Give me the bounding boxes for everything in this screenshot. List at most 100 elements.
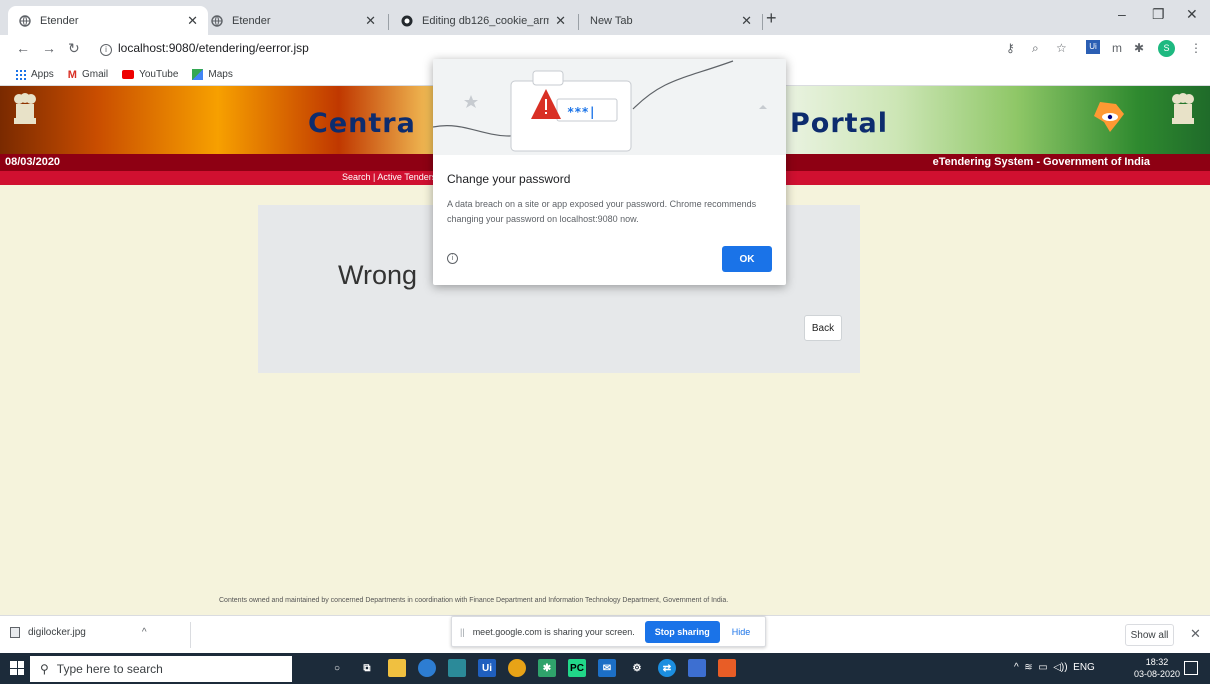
- bookmark-label: Apps: [31, 69, 54, 80]
- menu-icon[interactable]: ⋮: [1190, 41, 1202, 55]
- teamviewer-icon[interactable]: ⇄: [658, 659, 676, 677]
- windows-taskbar: ⚲ Type here to search ○ ⧉ Ui ✱ PC ✉ ⚙ ⇄ …: [0, 653, 1210, 684]
- snowflake-app-icon[interactable]: ✱: [538, 659, 556, 677]
- settings-icon[interactable]: ⚙: [628, 659, 646, 677]
- apps-grid-icon: [16, 69, 26, 80]
- battery-icon: ▭: [1038, 662, 1048, 673]
- search-placeholder: Type here to search: [56, 662, 163, 676]
- close-tab-icon[interactable]: ✕: [741, 13, 752, 29]
- download-divider: [190, 622, 191, 648]
- close-download-bar-icon[interactable]: ✕: [1190, 626, 1201, 642]
- taskbar-search[interactable]: ⚲ Type here to search: [30, 656, 292, 682]
- key-icon[interactable]: ⚷: [1006, 41, 1015, 55]
- system-tray[interactable]: ^ ≋ ▭ ◁)) ENG: [1014, 662, 1095, 673]
- profile-avatar[interactable]: S: [1158, 40, 1175, 57]
- bookmark-label: YouTube: [139, 69, 179, 80]
- clock-date: 03-08-2020: [1134, 669, 1181, 679]
- chevron-up-icon[interactable]: ^: [142, 627, 147, 638]
- tab-divider: [762, 14, 763, 30]
- pycharm-icon[interactable]: PC: [568, 659, 586, 677]
- tab-etender-2[interactable]: Etender ✕: [200, 6, 386, 35]
- puzzle-icon[interactable]: ✱: [1134, 41, 1144, 55]
- show-all-button[interactable]: Show all: [1125, 624, 1174, 646]
- windows-start-icon[interactable]: [10, 661, 24, 675]
- tab-divider: [388, 14, 389, 30]
- bookmark-gmail[interactable]: M Gmail: [68, 69, 108, 81]
- india-map-icon: [1094, 102, 1124, 132]
- close-tab-icon[interactable]: ✕: [555, 13, 566, 29]
- download-bar: digilocker.jpg ^ || meet.google.com is s…: [0, 615, 1210, 653]
- bookmark-apps[interactable]: Apps: [16, 69, 54, 80]
- edge-icon[interactable]: [418, 659, 436, 677]
- national-emblem-icon: [1172, 93, 1194, 124]
- uipath-extension-icon[interactable]: Ui: [1086, 40, 1100, 54]
- forward-arrow-icon[interactable]: →: [42, 40, 56, 56]
- chevron-up-icon: ^: [1014, 662, 1019, 673]
- error-message: Wrong: [338, 260, 418, 290]
- maps-icon: [192, 69, 204, 80]
- tab-editing[interactable]: Editing db126_cookie_army/error ✕: [390, 6, 576, 35]
- tab-strip: Etender ✕ Etender ✕ Editing db126_cookie…: [0, 0, 1210, 35]
- file-explorer-icon[interactable]: [388, 659, 406, 677]
- drag-handle-icon[interactable]: ||: [460, 627, 465, 637]
- chrome-icon[interactable]: [508, 659, 526, 677]
- system-title: eTendering System - Government of India: [932, 156, 1150, 168]
- youtube-icon: [122, 70, 135, 79]
- close-tab-icon[interactable]: ✕: [187, 13, 198, 29]
- download-file-name: digilocker.jpg: [28, 627, 86, 638]
- share-message: meet.google.com is sharing your screen.: [472, 626, 635, 637]
- notification-icon[interactable]: [1184, 661, 1198, 675]
- minimize-icon[interactable]: –: [1118, 6, 1126, 22]
- back-button[interactable]: Back: [804, 315, 842, 341]
- tab-title: Etender: [232, 14, 271, 27]
- bookmark-label: Maps: [208, 69, 233, 80]
- tab-divider: [578, 14, 579, 30]
- cortana-icon[interactable]: ○: [328, 659, 346, 677]
- info-icon[interactable]: i: [447, 253, 458, 264]
- vscode-icon[interactable]: [448, 659, 466, 677]
- download-item[interactable]: digilocker.jpg ^: [10, 627, 147, 638]
- app-icon[interactable]: [688, 659, 706, 677]
- ok-button[interactable]: OK: [722, 246, 772, 272]
- back-arrow-icon[interactable]: ←: [16, 40, 30, 56]
- change-password-dialog: ***| Change your password A data breach …: [433, 59, 786, 285]
- tab-title: Editing db126_cookie_army/error: [422, 14, 550, 27]
- dialog-illustration: ***|: [433, 59, 786, 155]
- tab-title: New Tab: [590, 14, 633, 27]
- bookmark-maps[interactable]: Maps: [192, 69, 233, 80]
- zoom-icon[interactable]: ⌕: [1032, 41, 1039, 56]
- brave-icon[interactable]: [718, 659, 736, 677]
- url-text: localhost:9080/etendering/eerror.jsp: [118, 41, 309, 55]
- wifi-icon: ≋: [1024, 662, 1033, 673]
- globe-icon: [18, 14, 32, 28]
- tab-new-tab[interactable]: New Tab ✕: [580, 6, 762, 35]
- star-icon[interactable]: ☆: [1056, 41, 1067, 55]
- hide-button[interactable]: Hide: [732, 627, 751, 637]
- reload-icon[interactable]: ↻: [68, 40, 80, 57]
- close-tab-icon[interactable]: ✕: [365, 13, 376, 29]
- clock-time: 18:32: [1145, 657, 1169, 667]
- language-indicator: ENG: [1073, 662, 1095, 673]
- banner-title-right: Portal: [790, 108, 889, 139]
- globe-icon: [210, 14, 224, 28]
- task-view-icon[interactable]: ⧉: [358, 659, 376, 677]
- dialog-body: A data breach on a site or app exposed y…: [447, 199, 757, 224]
- tab-etender-1[interactable]: Etender ✕: [8, 6, 208, 35]
- gmail-icon: M: [67, 68, 77, 81]
- taskbar-clock[interactable]: 18:32 03-08-2020: [1134, 656, 1180, 680]
- bookmark-youtube[interactable]: YouTube: [122, 69, 178, 80]
- image-file-icon: [10, 627, 20, 638]
- new-tab-icon[interactable]: +: [766, 8, 777, 29]
- info-icon[interactable]: i: [100, 44, 112, 56]
- uipath-icon[interactable]: Ui: [478, 659, 496, 677]
- volume-icon: ◁)): [1053, 662, 1068, 673]
- national-emblem-icon: [14, 93, 36, 124]
- mail-icon[interactable]: ✉: [598, 659, 616, 677]
- address-bar[interactable]: i localhost:9080/etendering/eerror.jsp: [100, 41, 309, 56]
- close-window-icon[interactable]: ✕: [1186, 6, 1198, 23]
- extension-icon[interactable]: m: [1112, 41, 1122, 55]
- dialog-title: Change your password: [447, 172, 571, 186]
- restore-icon[interactable]: ❐: [1152, 6, 1165, 23]
- stop-sharing-button[interactable]: Stop sharing: [644, 620, 720, 643]
- banner-title-left: Centra: [308, 108, 416, 139]
